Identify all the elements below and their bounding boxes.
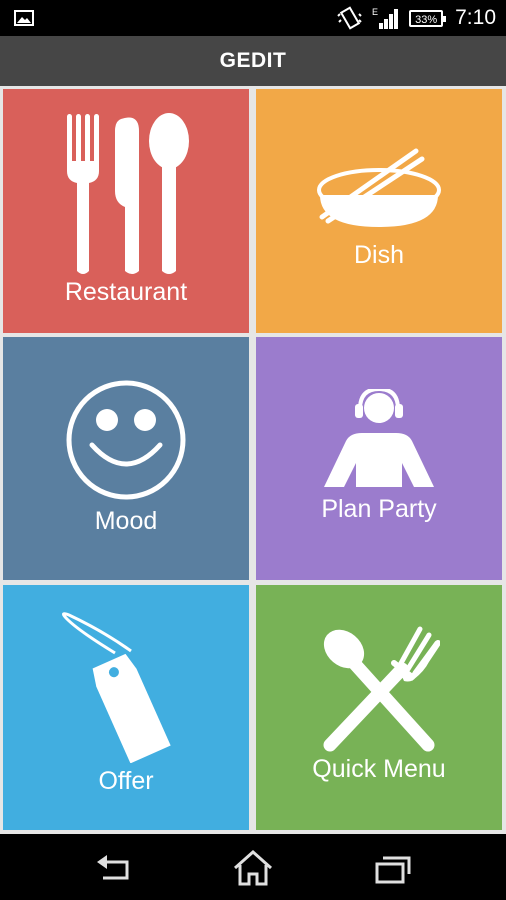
home-icon	[234, 849, 272, 886]
image-notification-icon	[14, 10, 34, 26]
offer-label: Offer	[98, 767, 154, 795]
restaurant-tile[interactable]: Restaurant	[3, 89, 249, 333]
back-button[interactable]	[91, 848, 135, 888]
category-grid: Restaurant Dish Mood Plan Party Offer Qu…	[0, 86, 506, 834]
bowl-chopsticks-icon	[317, 148, 441, 227]
quick-menu-label: Quick Menu	[312, 755, 446, 783]
mood-tile[interactable]: Mood	[3, 337, 249, 580]
app-title: GEDIT	[0, 36, 506, 86]
smiley-icon	[66, 380, 186, 500]
dish-label: Dish	[353, 241, 404, 269]
plan-party-label: Plan Party	[321, 495, 437, 523]
price-tag-icon	[62, 612, 171, 763]
mood-label: Mood	[94, 507, 158, 535]
status-bar: E 33% 7:10	[0, 0, 506, 36]
vibrate-icon	[337, 6, 362, 30]
plan-party-tile[interactable]: Plan Party	[256, 337, 502, 580]
dj-person-icon	[324, 389, 434, 487]
back-icon	[97, 855, 129, 880]
cutlery-icon	[67, 113, 189, 274]
crossed-spoon-fork-icon	[323, 626, 440, 752]
svg-text:E: E	[372, 7, 378, 17]
signal-icon: E	[372, 7, 399, 29]
quick-menu-tile[interactable]: Quick Menu	[256, 585, 502, 830]
navigation-bar	[0, 834, 506, 900]
recents-button[interactable]	[371, 848, 415, 888]
battery-icon: 33%	[409, 9, 447, 27]
dish-tile[interactable]: Dish	[256, 89, 502, 333]
recents-icon	[375, 856, 411, 884]
restaurant-label: Restaurant	[64, 278, 188, 306]
status-time: 7:10	[455, 6, 496, 29]
home-button[interactable]	[231, 848, 275, 888]
offer-tile[interactable]: Offer	[3, 585, 249, 830]
